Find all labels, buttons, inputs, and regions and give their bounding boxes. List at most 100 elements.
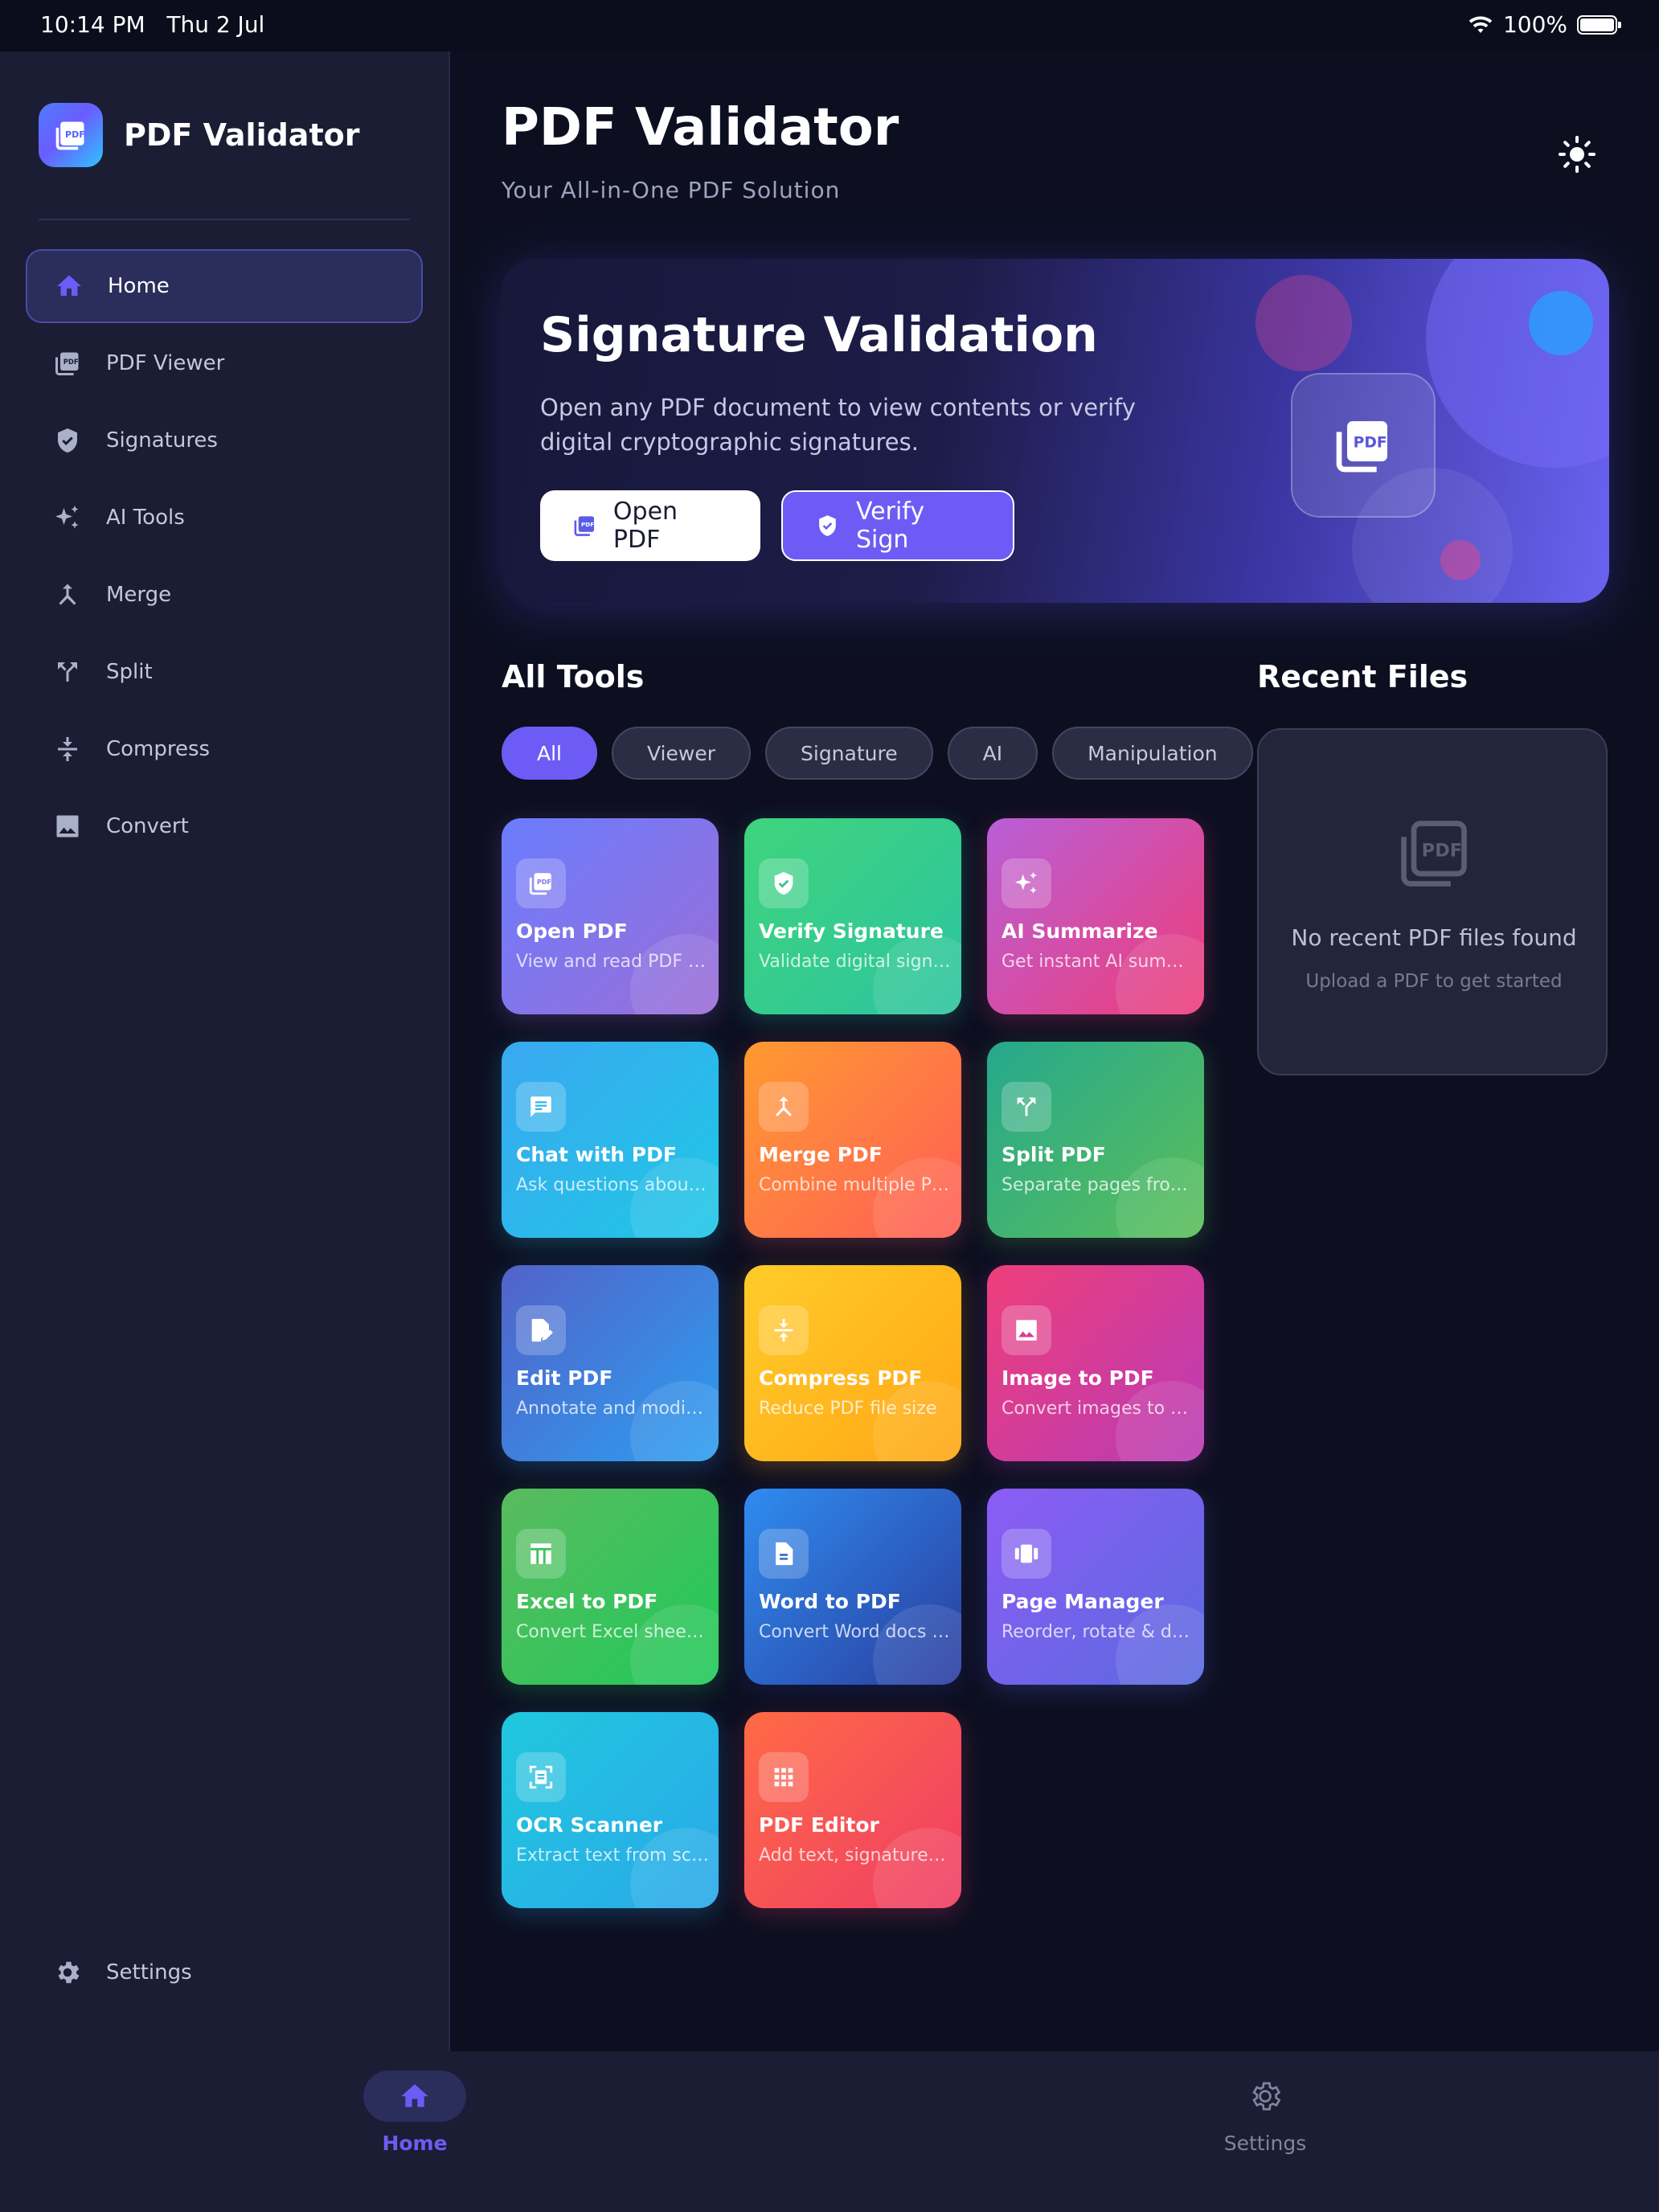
sidebar-item-split[interactable]: Split xyxy=(26,635,423,709)
bottom-nav-home-label[interactable]: Home xyxy=(338,2132,492,2155)
tool-description: Reorder, rotate & delete pages xyxy=(1002,1622,1194,1642)
filter-chip-signature[interactable]: Signature xyxy=(765,727,933,780)
tool-description: Convert images to PDF xyxy=(1002,1399,1194,1419)
tool-name: AI Summarize xyxy=(1002,920,1158,943)
tool-card-edit-pdf[interactable]: Edit PDF Annotate and modify PDFs xyxy=(502,1265,719,1461)
tool-card-pdf-editor[interactable]: PDF Editor Add text, signatures and more xyxy=(744,1712,961,1908)
status-time: 10:14 PM Thu 2 Jul xyxy=(40,11,265,38)
tool-card-image-to-pdf[interactable]: Image to PDF Convert images to PDF xyxy=(987,1265,1204,1461)
page-subtitle: Your All-in-One PDF Solution xyxy=(502,177,841,203)
tool-card-compress-pdf[interactable]: Compress PDF Reduce PDF file size xyxy=(744,1265,961,1461)
bottom-nav-settings[interactable] xyxy=(1214,2071,1317,2122)
tool-description: Add text, signatures and more xyxy=(759,1845,952,1866)
theme-toggle-button[interactable] xyxy=(1546,124,1608,185)
split-icon xyxy=(1002,1082,1051,1132)
merge-icon xyxy=(59,584,76,605)
image-icon xyxy=(1002,1305,1051,1355)
status-indicators: 100% xyxy=(1468,11,1621,38)
sidebar-item-merge[interactable]: Merge xyxy=(26,558,423,632)
wifi-icon xyxy=(1469,15,1493,33)
compress-icon xyxy=(759,1305,809,1355)
tool-card-ocr-scanner[interactable]: OCR Scanner Extract text from scanned PD… xyxy=(502,1712,719,1908)
tool-description: Validate digital signatures xyxy=(759,952,952,972)
all-tools-title: All Tools xyxy=(502,659,645,694)
tool-description: Ask questions about your PDF xyxy=(516,1175,709,1195)
chat-icon xyxy=(516,1082,566,1132)
page-title: PDF Validator xyxy=(502,98,899,158)
sidebar-item-label: Merge xyxy=(106,583,172,607)
shield-check-icon xyxy=(58,428,77,453)
shield-check-icon xyxy=(759,858,809,908)
main-content: PDF Validator Your All-in-One PDF Soluti… xyxy=(452,51,1659,2051)
tool-description: Convert Excel sheets to PDF xyxy=(516,1622,709,1642)
hero-pdf-icon-box: PDF xyxy=(1291,373,1436,518)
gear-icon xyxy=(1252,2082,1281,2111)
tool-card-ai-summarize[interactable]: AI Summarize Get instant AI summaries xyxy=(987,818,1204,1014)
tool-card-open-pdf[interactable]: PDF Open PDF View and read PDF files xyxy=(502,818,719,1014)
open-pdf-button[interactable]: PDF Open PDF xyxy=(540,490,760,561)
tool-card-word-to-pdf[interactable]: Word to PDF Convert Word docs to PDF xyxy=(744,1489,961,1685)
tool-card-verify-signature[interactable]: Verify Signature Validate digital signat… xyxy=(744,818,961,1014)
sidebar-item-label: Home xyxy=(108,274,170,298)
tool-name: Merge PDF xyxy=(759,1143,883,1166)
compress-icon xyxy=(58,737,77,761)
brand[interactable]: PDF PDF Validator xyxy=(39,103,359,167)
verify-sign-button[interactable]: Verify Sign xyxy=(781,490,1014,561)
document-icon xyxy=(759,1529,809,1579)
hero-title: Signature Validation xyxy=(540,307,1098,363)
tool-name: Image to PDF xyxy=(1002,1366,1154,1390)
pdf-icon: PDF xyxy=(1336,421,1387,473)
pdf-icon: PDF xyxy=(516,858,566,908)
tool-name: Open PDF xyxy=(516,920,628,943)
svg-text:PDF: PDF xyxy=(537,879,551,886)
shield-check-icon xyxy=(819,515,836,536)
home-icon xyxy=(57,275,81,296)
filter-chip-manipulation[interactable]: Manipulation xyxy=(1052,727,1253,780)
sparkle-icon xyxy=(1002,858,1051,908)
brand-name: PDF Validator xyxy=(124,117,360,153)
tool-card-page-manager[interactable]: Page Manager Reorder, rotate & delete pa… xyxy=(987,1489,1204,1685)
svg-text:PDF: PDF xyxy=(581,521,594,528)
sidebar-divider xyxy=(39,219,410,220)
merge-icon xyxy=(759,1082,809,1132)
decor-circle xyxy=(1256,275,1352,371)
sidebar-item-compress[interactable]: Compress xyxy=(26,712,423,786)
pdf-icon: PDF xyxy=(55,352,79,375)
sidebar-item-convert[interactable]: Convert xyxy=(26,789,423,863)
svg-text:PDF: PDF xyxy=(1354,435,1387,452)
recent-files-title: Recent Files xyxy=(1257,659,1469,694)
tool-name: Compress PDF xyxy=(759,1366,923,1390)
bottom-nav-settings-label[interactable]: Settings xyxy=(1188,2132,1342,2155)
decor-circle xyxy=(1440,540,1481,580)
filter-chips: All Viewer Signature AI Manipulation xyxy=(502,727,1253,780)
filter-chip-ai[interactable]: AI xyxy=(947,727,1038,780)
verify-sign-label: Verify Sign xyxy=(855,498,925,554)
tool-description: Reduce PDF file size xyxy=(759,1399,937,1419)
scan-icon xyxy=(516,1752,566,1802)
sidebar-item-label: Compress xyxy=(106,737,211,761)
sidebar-item-label: PDF Viewer xyxy=(106,351,225,375)
sidebar-item-label: AI Tools xyxy=(106,506,185,530)
tool-name: Excel to PDF xyxy=(516,1590,658,1613)
sidebar-item-settings[interactable]: Settings xyxy=(26,1936,423,2009)
sidebar-item-ai-tools[interactable]: AI Tools xyxy=(26,481,423,555)
battery-percentage: 100% xyxy=(1502,11,1567,38)
recent-empty-subtext: Upload a PDF to get started xyxy=(1305,971,1563,992)
signature-hero-card: Signature Validation Open any PDF docume… xyxy=(502,259,1609,603)
bottom-nav-home[interactable] xyxy=(363,2071,466,2122)
tool-description: Extract text from scanned PDFs xyxy=(516,1845,709,1866)
battery-icon xyxy=(1577,14,1621,35)
sidebar-item-pdf-viewer[interactable]: PDF PDF Viewer xyxy=(26,326,423,400)
sidebar-item-home[interactable]: Home xyxy=(26,249,423,323)
filter-chip-all[interactable]: All xyxy=(502,727,597,780)
tool-description: Separate pages from PDF xyxy=(1002,1175,1194,1195)
sidebar-item-signatures[interactable]: Signatures xyxy=(26,403,423,477)
tool-card-excel-to-pdf[interactable]: Excel to PDF Convert Excel sheets to PDF xyxy=(502,1489,719,1685)
filter-chip-viewer[interactable]: Viewer xyxy=(612,727,751,780)
tool-card-chat-with-pdf[interactable]: Chat with PDF Ask questions about your P… xyxy=(502,1042,719,1238)
tool-card-merge-pdf[interactable]: Merge PDF Combine multiple PDFs xyxy=(744,1042,961,1238)
pdf-icon: PDF xyxy=(574,516,594,536)
tool-description: View and read PDF files xyxy=(516,952,709,972)
tool-name: Edit PDF xyxy=(516,1366,613,1390)
tool-card-split-pdf[interactable]: Split PDF Separate pages from PDF xyxy=(987,1042,1204,1238)
